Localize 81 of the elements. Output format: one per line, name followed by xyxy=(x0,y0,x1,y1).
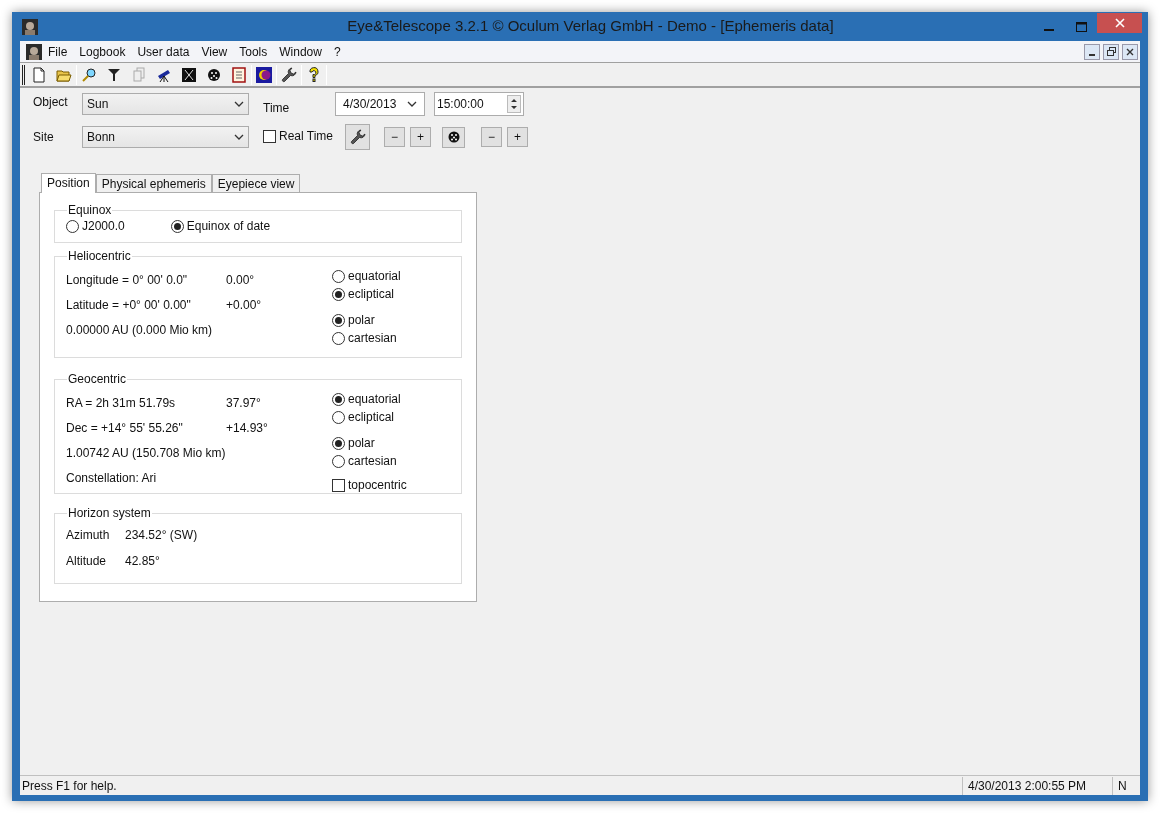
window-title: Eye&Telescope 3.2.1 © Oculum Verlag GmbH - Demo - [Ephemeris data] xyxy=(346,16,835,37)
radio-button[interactable]: ecliptical xyxy=(332,408,450,426)
site-label: Site xyxy=(33,129,55,146)
radio-button[interactable]: equatorial xyxy=(332,267,450,285)
coordinate-text: Dec = +14° 55' 55.26" xyxy=(66,419,184,437)
status-text: Press F1 for help. xyxy=(21,777,118,795)
checkbox[interactable]: Real Time xyxy=(263,127,334,145)
filter-icon[interactable] xyxy=(106,66,122,83)
group-title: Equinox xyxy=(67,202,113,219)
group-title: Heliocentric xyxy=(67,248,132,265)
app-icon xyxy=(26,43,42,60)
moon-icon[interactable] xyxy=(256,66,272,83)
status-datetime: 4/30/2013 2:00:55 PM xyxy=(962,776,1112,795)
degrees-text: 37.97° xyxy=(226,394,261,412)
degrees-text: +0.00° xyxy=(226,296,262,314)
settings-button[interactable] xyxy=(345,124,371,150)
radio-button[interactable]: ecliptical xyxy=(332,285,450,303)
minimize-icon xyxy=(1089,53,1095,56)
group-title: Horizon system xyxy=(67,505,152,522)
menu-item[interactable]: Logbook xyxy=(73,42,132,61)
menu-item[interactable]: User data xyxy=(131,42,196,61)
radio-button[interactable]: Equinox of date xyxy=(170,217,271,235)
coordinate-text: Latitude = +0° 00' 0.00" xyxy=(66,296,192,314)
step-button[interactable]: + xyxy=(410,127,432,147)
close-icon xyxy=(1126,47,1134,56)
radio-button[interactable]: cartesian xyxy=(332,452,450,470)
radio-button[interactable]: cartesian xyxy=(332,329,450,347)
date-field[interactable]: 4/30/2013 xyxy=(335,92,425,116)
radio-button[interactable]: polar xyxy=(332,311,450,329)
close-icon xyxy=(1114,17,1125,28)
star-chart-icon[interactable] xyxy=(181,66,197,83)
dropdown[interactable]: Sun xyxy=(82,93,249,115)
menu-item[interactable]: File xyxy=(42,42,74,61)
tab[interactable]: Eyepiece view xyxy=(211,174,301,192)
ball-icon xyxy=(447,131,460,143)
maximize-icon xyxy=(1075,21,1087,32)
field-value: 42.85° xyxy=(125,553,160,570)
time-field[interactable]: 15:00:00 xyxy=(434,92,524,116)
app-icon xyxy=(22,18,38,35)
tab[interactable]: Position xyxy=(41,173,96,193)
step-button[interactable]: + xyxy=(507,127,529,147)
degrees-text: 0.00° xyxy=(226,271,255,289)
planet-button[interactable] xyxy=(442,126,466,148)
menu-item[interactable]: ? xyxy=(327,42,347,61)
restore-button[interactable] xyxy=(1103,43,1119,60)
close-button[interactable] xyxy=(1122,43,1138,60)
coordinate-text: RA = 2h 31m 51.79s xyxy=(66,394,177,412)
wrench-icon[interactable] xyxy=(281,66,297,83)
tab[interactable]: Physical ephemeris xyxy=(95,174,212,192)
step-button[interactable]: − xyxy=(481,127,503,147)
coordinate-text: Longitude = 0° 00' 0.0" xyxy=(66,271,189,289)
magnifier-icon[interactable] xyxy=(81,66,97,83)
field-label: Azimuth xyxy=(66,527,111,544)
object-label: Object xyxy=(33,94,69,111)
step-button[interactable]: − xyxy=(384,127,406,147)
menu-item[interactable]: View xyxy=(195,42,234,61)
radio-button[interactable]: J2000.0 xyxy=(66,217,125,235)
checkbox[interactable]: topocentric xyxy=(332,476,450,494)
help-icon[interactable] xyxy=(306,66,322,83)
spinner-icon[interactable] xyxy=(507,95,521,113)
minimize-button[interactable] xyxy=(1084,43,1100,60)
book-icon[interactable] xyxy=(231,66,247,83)
menu-item[interactable]: Window xyxy=(273,42,328,61)
menu-item[interactable]: Tools xyxy=(233,42,274,61)
new-file-icon[interactable] xyxy=(31,66,47,83)
field-value: 234.52° (SW) xyxy=(125,527,198,544)
field-label: Altitude xyxy=(66,553,108,570)
restore-icon xyxy=(1106,47,1116,56)
radio-button[interactable]: equatorial xyxy=(332,390,450,408)
radio-button[interactable]: polar xyxy=(332,434,450,452)
degrees-text: +14.93° xyxy=(226,419,268,437)
ball-icon[interactable] xyxy=(206,66,222,83)
wrench-icon xyxy=(349,129,366,145)
group-title: Geocentric xyxy=(67,371,128,388)
status-text: N xyxy=(1112,776,1140,795)
info-text: 0.00000 AU (0.000 Mio km) xyxy=(66,321,213,339)
minimize-icon xyxy=(1044,28,1054,31)
info-text: Constellation: Ari xyxy=(66,469,157,487)
dropdown[interactable]: Bonn xyxy=(82,126,249,148)
time-label: Time xyxy=(263,100,291,117)
info-text: 1.00742 AU (150.708 Mio km) xyxy=(66,444,226,462)
